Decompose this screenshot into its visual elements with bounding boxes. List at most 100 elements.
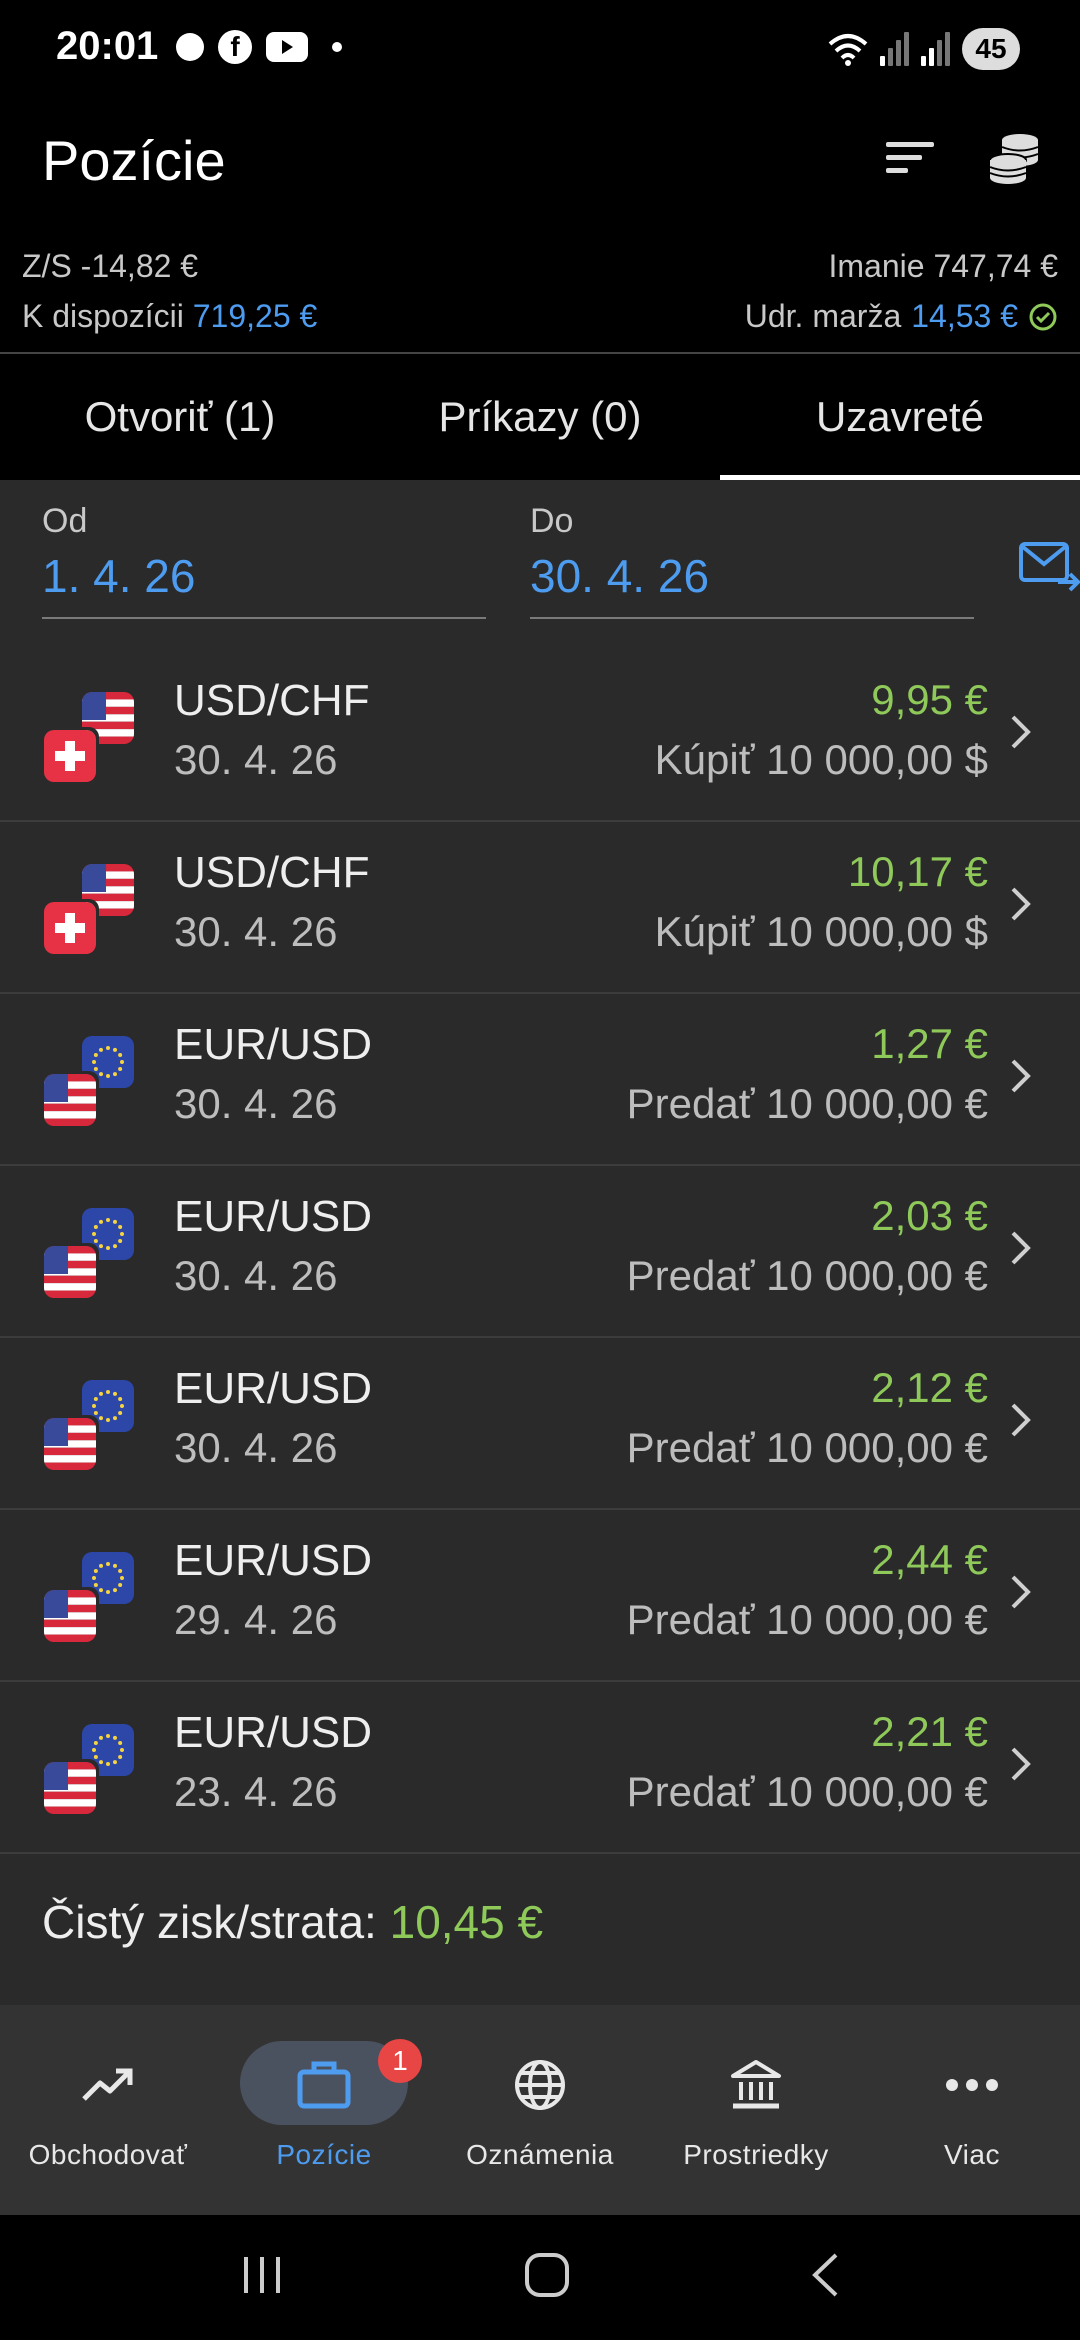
chevron-right-icon bbox=[1011, 1575, 1031, 1609]
trade-side: Kúpiť 10 000,00 $ bbox=[654, 908, 988, 955]
trade-row[interactable]: EUR/USD 29. 4. 26 2,44 € Predať 10 000,00 € bbox=[0, 1510, 1080, 1682]
trade-symbol: EUR/USD bbox=[174, 1192, 373, 1241]
back-icon bbox=[812, 2253, 838, 2297]
trade-symbol: USD/CHF bbox=[174, 848, 370, 897]
mail-send-icon bbox=[1019, 542, 1080, 592]
available-value: 719,25 € bbox=[192, 298, 318, 334]
chevron-right-icon bbox=[1011, 1403, 1031, 1437]
tab-closed[interactable]: Uzavreté bbox=[720, 354, 1080, 480]
trade-date: 29. 4. 26 bbox=[174, 1596, 338, 1643]
sort-button[interactable] bbox=[880, 128, 940, 188]
maintenance-margin: Udr. marža 14,53 € bbox=[745, 298, 1058, 335]
status-time: 20:01 bbox=[56, 24, 159, 68]
currency-pair-flags bbox=[44, 692, 134, 782]
nav-funds-label: Prostriedky bbox=[683, 2139, 829, 2170]
trade-row[interactable]: USD/CHF 30. 4. 26 9,95 € Kúpiť 10 000,00 $ bbox=[0, 650, 1080, 822]
signal-icon bbox=[880, 32, 909, 66]
funds-button[interactable] bbox=[984, 128, 1044, 188]
nav-trade[interactable]: Obchodovať bbox=[0, 2005, 216, 2215]
home-button[interactable] bbox=[524, 2252, 570, 2303]
net-profit-loss-value: 10,45 € bbox=[389, 1896, 544, 1948]
trending-up-icon bbox=[76, 2053, 140, 2117]
usa-flag-icon bbox=[44, 1246, 96, 1298]
bank-icon bbox=[724, 2053, 788, 2117]
chf-flag-icon bbox=[44, 730, 96, 782]
date-from-label: Od bbox=[42, 502, 88, 540]
trade-date: 30. 4. 26 bbox=[174, 908, 338, 955]
tab-orders[interactable]: Príkazy (0) bbox=[360, 354, 720, 480]
tab-open[interactable]: Otvoriť (1) bbox=[0, 354, 360, 480]
trade-row[interactable]: EUR/USD 30. 4. 26 2,12 € Predať 10 000,00 € bbox=[0, 1338, 1080, 1510]
trade-profit: 9,95 € bbox=[871, 676, 988, 723]
briefcase-icon: 1 bbox=[292, 2039, 422, 2117]
email-report-button[interactable] bbox=[1018, 538, 1080, 594]
nav-news[interactable]: Oznámenia bbox=[432, 2005, 648, 2215]
available-label: K dispozícii bbox=[22, 298, 184, 334]
date-from-field[interactable]: Od 1. 4. 26 bbox=[42, 502, 486, 619]
coins-icon bbox=[989, 134, 1039, 184]
trade-list: USD/CHF 30. 4. 26 9,95 € Kúpiť 10 000,00 $ U… bbox=[0, 650, 1080, 1854]
nav-more-label: Viac bbox=[944, 2139, 1000, 2170]
nav-news-label: Oznámenia bbox=[466, 2139, 614, 2170]
trade-profit: 2,21 € bbox=[871, 1708, 988, 1755]
closed-positions-panel: Od 1. 4. 26 Do 30. 4. 26 USD/CHF 30. 4. 2… bbox=[0, 480, 1080, 2005]
home-icon bbox=[525, 2253, 569, 2297]
more-notifications-icon bbox=[332, 42, 342, 52]
nav-positions-label: Pozície bbox=[276, 2139, 372, 2170]
bottom-nav: Obchodovať 1 Pozície Oznámenia Prostried… bbox=[0, 2005, 1080, 2215]
chevron-right-icon bbox=[1011, 1059, 1031, 1093]
currency-pair-flags bbox=[44, 1552, 134, 1642]
currency-pair-flags bbox=[44, 864, 134, 954]
date-to-field[interactable]: Do 30. 4. 26 bbox=[530, 502, 974, 619]
currency-pair-flags bbox=[44, 1208, 134, 1298]
trade-row[interactable]: EUR/USD 23. 4. 26 2,21 € Predať 10 000,00 € bbox=[0, 1682, 1080, 1854]
margin-value: 14,53 € bbox=[911, 298, 1018, 334]
trade-symbol: EUR/USD bbox=[174, 1708, 373, 1757]
date-from-value[interactable]: 1. 4. 26 bbox=[42, 549, 486, 603]
trade-side: Kúpiť 10 000,00 $ bbox=[654, 736, 988, 783]
tab-bar: Otvoriť (1) Príkazy (0) Uzavreté bbox=[0, 354, 1080, 480]
nav-positions[interactable]: 1 Pozície bbox=[216, 2005, 432, 2215]
page-title: Pozície bbox=[42, 129, 226, 192]
chevron-right-icon bbox=[1011, 887, 1031, 921]
status-bar: 20:01 f 45 bbox=[0, 0, 1080, 100]
trade-symbol: EUR/USD bbox=[174, 1536, 373, 1585]
globe-icon bbox=[508, 2053, 572, 2117]
record-dot-icon bbox=[176, 33, 204, 61]
date-to-underline bbox=[530, 617, 974, 619]
profit-loss-summary: Z/S -14,82 € bbox=[22, 248, 199, 284]
nav-funds[interactable]: Prostriedky bbox=[648, 2005, 864, 2215]
trade-profit: 10,17 € bbox=[847, 848, 988, 895]
date-to-value[interactable]: 30. 4. 26 bbox=[530, 549, 974, 603]
positions-badge: 1 bbox=[378, 2039, 422, 2083]
margin-label: Udr. marža bbox=[744, 298, 902, 334]
trade-row[interactable]: EUR/USD 30. 4. 26 1,27 € Predať 10 000,00 € bbox=[0, 994, 1080, 1166]
trade-date: 30. 4. 26 bbox=[174, 1252, 338, 1299]
trade-row[interactable]: USD/CHF 30. 4. 26 10,17 € Kúpiť 10 000,00 $ bbox=[0, 822, 1080, 994]
currency-pair-flags bbox=[44, 1380, 134, 1470]
trade-symbol: USD/CHF bbox=[174, 676, 370, 725]
trade-date: 30. 4. 26 bbox=[174, 1080, 338, 1127]
trade-row[interactable]: EUR/USD 30. 4. 26 2,03 € Predať 10 000,00 € bbox=[0, 1166, 1080, 1338]
equity: Imanie 747,74 € bbox=[828, 248, 1059, 284]
recent-apps-button[interactable] bbox=[240, 2255, 284, 2300]
back-button[interactable] bbox=[810, 2252, 840, 2303]
date-to-label: Do bbox=[530, 502, 574, 540]
trade-symbol: EUR/USD bbox=[174, 1020, 373, 1069]
more-icon bbox=[940, 2053, 1004, 2117]
trade-symbol: EUR/USD bbox=[174, 1364, 373, 1413]
chf-flag-icon bbox=[44, 902, 96, 954]
trade-profit: 2,12 € bbox=[871, 1364, 988, 1411]
trade-side: Predať 10 000,00 € bbox=[626, 1768, 988, 1815]
date-from-underline bbox=[42, 617, 486, 619]
usa-flag-icon bbox=[44, 1074, 96, 1126]
available-funds: K dispozícii 719,25 € bbox=[22, 298, 317, 335]
recent-apps-icon bbox=[244, 2257, 280, 2293]
nav-more[interactable]: Viac bbox=[864, 2005, 1080, 2215]
trade-date: 23. 4. 26 bbox=[174, 1768, 338, 1815]
check-circle-icon bbox=[1029, 303, 1057, 330]
notification-icons: f bbox=[176, 30, 342, 64]
battery-icon: 45 bbox=[962, 28, 1020, 70]
trade-profit: 2,03 € bbox=[871, 1192, 988, 1239]
usa-flag-icon bbox=[44, 1418, 96, 1470]
